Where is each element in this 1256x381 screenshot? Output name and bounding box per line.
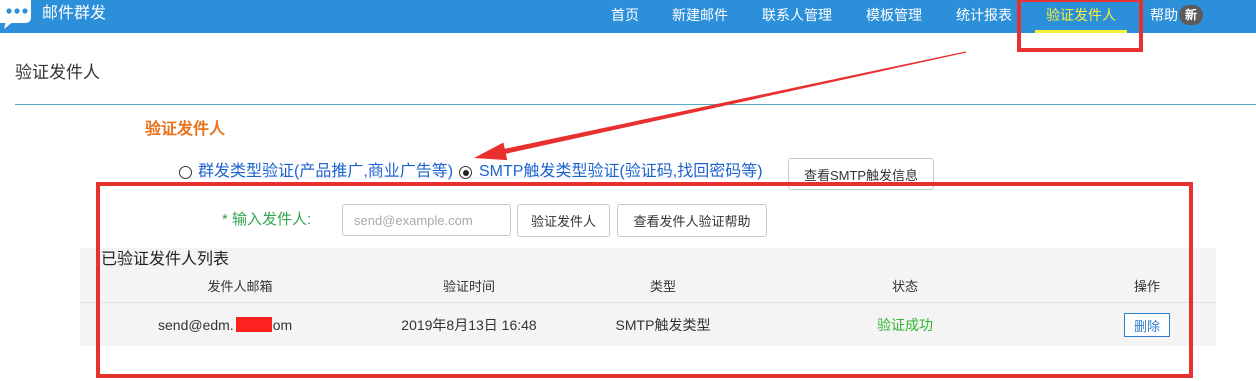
page-title: 验证发件人 [15,63,100,82]
page: 邮件群发 首页 新建邮件 联系人管理 模板管理 统计报表 验证发件人 帮助 新 … [0,0,1256,381]
email-text-end: om [272,317,293,333]
top-navbar: 邮件群发 首页 新建邮件 联系人管理 模板管理 统计报表 验证发件人 帮助 新 [0,0,1256,33]
active-tab-indicator [1035,30,1127,33]
nav-item-reports[interactable]: 统计报表 [956,5,1012,25]
radio-bulk-verification[interactable] [179,166,192,179]
radio-label-smtp-verification[interactable]: SMTP触发类型验证(验证码,找回密码等) [479,162,763,182]
sender-field-label: * 输入发件人: [222,211,312,228]
chat-bubble-icon [0,0,31,29]
delete-button[interactable]: 删除 [1124,313,1170,337]
view-smtp-info-button[interactable]: 查看SMTP触发信息 [788,158,934,190]
verify-sender-button[interactable]: 验证发件人 [517,204,610,237]
status-cell: 验证成功 [877,317,933,333]
column-header-email: 发件人邮箱 [207,279,273,294]
sender-email-cell: send@edm. om [158,317,292,334]
nav-item-verify-sender[interactable]: 验证发件人 [1046,5,1116,25]
section-title: 验证发件人 [145,121,226,138]
nav-item-contacts[interactable]: 联系人管理 [762,5,832,25]
column-header-type: 类型 [649,279,677,294]
nav-item-help[interactable]: 帮助 [1150,5,1178,25]
new-badge: 新 [1179,5,1203,25]
verify-time-cell: 2019年8月13日 16:48 [401,317,537,333]
app-title[interactable]: 邮件群发 [42,4,106,24]
column-header-action: 操作 [1133,279,1161,294]
page-divider [15,104,1256,105]
type-cell: SMTP触发类型 [615,317,711,333]
email-text-start: send@edm. [158,317,234,333]
verify-help-button[interactable]: 查看发件人验证帮助 [617,204,767,237]
column-header-status: 状态 [891,279,919,294]
redaction-block [235,317,272,332]
column-header-time: 验证时间 [442,279,496,294]
radio-label-bulk-verification[interactable]: 群发类型验证(产品推广,商业广告等) [198,162,453,182]
sender-email-input[interactable] [342,204,511,236]
nav-item-new-email[interactable]: 新建邮件 [672,5,728,25]
table-title: 已验证发件人列表 [101,251,230,268]
table-header-divider [80,302,1216,303]
annotation-arrow-shape [474,51,967,161]
nav-item-home[interactable]: 首页 [611,5,639,25]
nav-item-templates[interactable]: 模板管理 [866,5,922,25]
radio-smtp-verification[interactable] [459,166,472,179]
